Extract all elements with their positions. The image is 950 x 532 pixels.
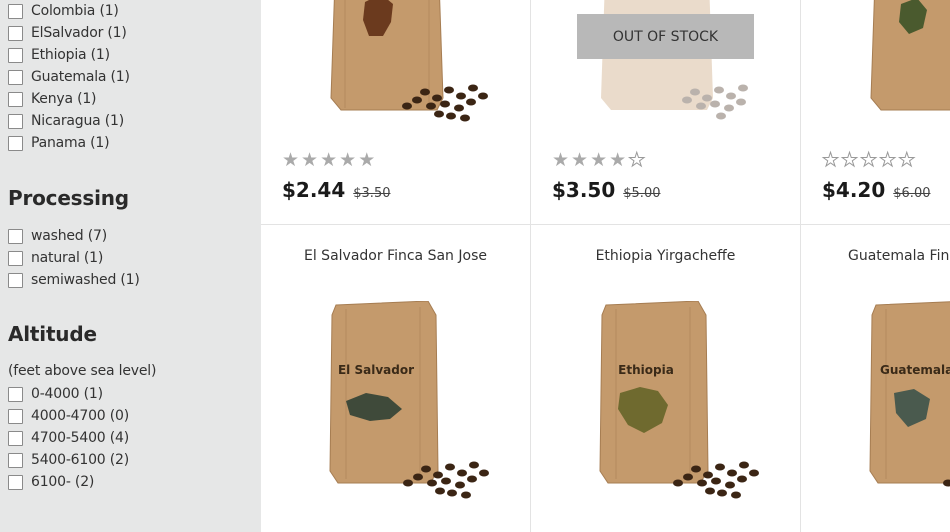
star-filled-icon: ★ (358, 149, 376, 171)
filter-altitude-0-4000[interactable]: 0-4000 (1) (8, 383, 103, 405)
product-grid: ★ ★ ★ ★ ★ $2.44 $3.50 OUT OF STOCK ★ ★ ★ ★ ★ $3.… (261, 0, 950, 532)
current-price: $4.20 (822, 178, 886, 202)
star-filled-icon: ★ (590, 149, 608, 171)
filter-origin-guatemala[interactable]: Guatemala (1) (8, 66, 130, 88)
filter-origin-kenya[interactable]: Kenya (1) (8, 88, 97, 110)
svg-text:Guatemala: Guatemala (880, 363, 950, 377)
filter-label: ElSalvador (1) (31, 25, 127, 41)
filter-sidebar: Colombia (1) ElSalvador (1) Ethiopia (1)… (0, 0, 261, 532)
altitude-note: (feet above sea level) (8, 363, 157, 379)
filter-altitude-6100-plus[interactable]: 6100- (2) (8, 471, 94, 493)
product-image[interactable]: El Salvador (326, 300, 496, 505)
old-price: $6.00 (893, 186, 931, 201)
product-image[interactable] (321, 0, 491, 134)
rating-stars: ★ ★ ★ ★ ★ (552, 149, 646, 171)
filter-origin-panama[interactable]: Panama (1) (8, 132, 110, 154)
filter-altitude-4700-5400[interactable]: 4700-5400 (4) (8, 427, 129, 449)
checkbox[interactable] (8, 135, 23, 151)
product-card[interactable]: ★ ★ ★ ★ ★ $2.44 $3.50 (261, 0, 531, 225)
star-filled-icon: ★ (571, 149, 589, 171)
svg-text:El Salvador: El Salvador (338, 363, 414, 377)
filter-label: natural (1) (31, 250, 104, 266)
star-filled-icon: ★ (609, 149, 627, 171)
checkbox[interactable] (8, 3, 23, 19)
star-empty-icon: ★ (898, 149, 916, 171)
checkbox[interactable] (8, 452, 23, 468)
filter-label: Guatemala (1) (31, 69, 130, 85)
filter-label: Colombia (1) (31, 3, 119, 19)
checkbox[interactable] (8, 25, 23, 41)
filter-label: 4700-5400 (4) (31, 430, 129, 446)
current-price: $3.50 (552, 178, 616, 202)
filter-label: Nicaragua (1) (31, 113, 124, 129)
filter-origin-nicaragua[interactable]: Nicaragua (1) (8, 110, 124, 132)
checkbox[interactable] (8, 386, 23, 402)
old-price: $5.00 (623, 186, 661, 201)
checkbox[interactable] (8, 250, 23, 266)
filter-processing-natural[interactable]: natural (1) (8, 247, 103, 269)
current-price: $2.44 (282, 178, 346, 202)
star-empty-icon: ★ (628, 149, 646, 171)
star-empty-icon: ★ (860, 149, 878, 171)
star-filled-icon: ★ (301, 149, 319, 171)
filter-label: Kenya (1) (31, 91, 97, 107)
filter-label: Panama (1) (31, 135, 110, 151)
checkbox[interactable] (8, 113, 23, 129)
product-card[interactable]: ★ ★ ★ ★ ★ $4.20 $6.00 (801, 0, 950, 225)
product-card[interactable]: Ethiopia Yirgacheffe Ethiopia (531, 225, 801, 532)
product-name[interactable]: Guatemala Finca (801, 248, 950, 264)
checkbox[interactable] (8, 408, 23, 424)
product-card[interactable]: OUT OF STOCK ★ ★ ★ ★ ★ $3.50 $5.00 (531, 0, 801, 225)
filter-altitude-5400-6100[interactable]: 5400-6100 (2) (8, 449, 129, 471)
star-filled-icon: ★ (320, 149, 338, 171)
product-name[interactable]: El Salvador Finca San Jose (261, 248, 530, 264)
checkbox[interactable] (8, 474, 23, 490)
checkbox[interactable] (8, 91, 23, 107)
filter-processing-washed[interactable]: washed (7) (8, 225, 107, 247)
filter-label: washed (7) (31, 228, 107, 244)
star-empty-icon: ★ (821, 149, 840, 171)
product-image[interactable]: Ethiopia (596, 300, 766, 505)
checkbox[interactable] (8, 47, 23, 63)
filter-label: Ethiopia (1) (31, 47, 110, 63)
checkbox[interactable] (8, 69, 23, 85)
price: $4.20 $6.00 (822, 178, 930, 202)
filter-processing-semiwashed[interactable]: semiwashed (1) (8, 269, 140, 291)
old-price: $3.50 (353, 186, 391, 201)
product-card[interactable]: El Salvador Finca San Jose El Salvador (261, 225, 531, 532)
checkbox[interactable] (8, 272, 23, 288)
rating-stars: ★ ★ ★ ★ ★ (282, 150, 375, 170)
processing-heading: Processing (8, 186, 129, 210)
star-filled-icon: ★ (339, 149, 357, 171)
filter-label: 5400-6100 (2) (31, 452, 129, 468)
checkbox[interactable] (8, 228, 23, 244)
star-filled-icon: ★ (282, 149, 300, 171)
filter-label: 0-4000 (1) (31, 386, 103, 402)
filter-label: 6100- (2) (31, 474, 95, 490)
star-empty-icon: ★ (841, 149, 859, 171)
filter-origin-ethiopia[interactable]: Ethiopia (1) (8, 44, 110, 66)
price: $2.44 $3.50 (282, 178, 390, 202)
rating-stars: ★ ★ ★ ★ ★ (821, 149, 916, 171)
filter-origin-elsalvador[interactable]: ElSalvador (1) (8, 22, 127, 44)
out-of-stock-badge: OUT OF STOCK (577, 14, 754, 59)
product-image[interactable] (861, 0, 950, 134)
svg-text:Ethiopia: Ethiopia (618, 363, 674, 377)
star-empty-icon: ★ (879, 149, 897, 171)
filter-label: semiwashed (1) (31, 272, 140, 288)
filter-origin-colombia[interactable]: Colombia (1) (8, 0, 119, 22)
filter-label: 4000-4700 (0) (31, 408, 129, 424)
checkbox[interactable] (8, 430, 23, 446)
product-image[interactable]: Guatemala (866, 301, 950, 505)
filter-altitude-4000-4700[interactable]: 4000-4700 (0) (8, 405, 129, 427)
price: $3.50 $5.00 (552, 178, 660, 202)
altitude-heading: Altitude (8, 322, 97, 346)
product-name[interactable]: Ethiopia Yirgacheffe (531, 248, 800, 264)
product-card[interactable]: Guatemala Finca Guatemala (801, 225, 950, 532)
star-filled-icon: ★ (552, 149, 570, 171)
